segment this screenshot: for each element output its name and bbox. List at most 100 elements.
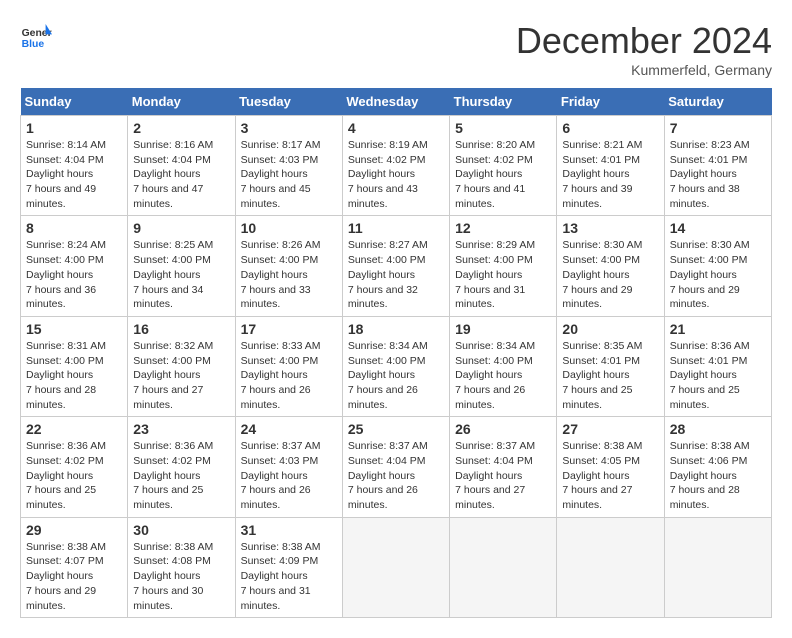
day-info: Sunrise: 8:38 AMSunset: 4:08 PMDaylight … [133, 540, 229, 613]
calendar-cell: 31Sunrise: 8:38 AMSunset: 4:09 PMDayligh… [235, 517, 342, 617]
day-info: Sunrise: 8:14 AMSunset: 4:04 PMDaylight … [26, 138, 122, 211]
calendar-cell: 10 Sunrise: 8:26 AMSunset: 4:00 PMDayligh… [235, 216, 342, 316]
day-info: Sunrise: 8:30 AMSunset: 4:00 PMDaylight … [562, 238, 658, 311]
day-number: 27 [562, 421, 658, 437]
weekday-header-sunday: Sunday [21, 88, 128, 116]
day-info: Sunrise: 8:35 AMSunset: 4:01 PMDaylight … [562, 339, 658, 412]
calendar-cell: 12 Sunrise: 8:29 AMSunset: 4:00 PMDayligh… [450, 216, 557, 316]
calendar-cell: 22 Sunrise: 8:36 AMSunset: 4:02 PMDayligh… [21, 417, 128, 517]
day-info: Sunrise: 8:16 AMSunset: 4:04 PMDaylight … [133, 138, 229, 211]
weekday-header-row: SundayMondayTuesdayWednesdayThursdayFrid… [21, 88, 772, 116]
day-info: Sunrise: 8:36 AMSunset: 4:01 PMDaylight … [670, 339, 766, 412]
calendar-cell: 14 Sunrise: 8:30 AMSunset: 4:00 PMDayligh… [664, 216, 771, 316]
calendar-cell: 27 Sunrise: 8:38 AMSunset: 4:05 PMDayligh… [557, 417, 664, 517]
calendar-cell: 19Sunrise: 8:34 AMSunset: 4:00 PMDayligh… [450, 316, 557, 416]
day-info: Sunrise: 8:25 AMSunset: 4:00 PMDaylight … [133, 238, 229, 311]
calendar-cell: 11Sunrise: 8:27 AMSunset: 4:00 PMDayligh… [342, 216, 449, 316]
day-number: 24 [241, 421, 337, 437]
calendar-cell: 25 Sunrise: 8:37 AMSunset: 4:04 PMDayligh… [342, 417, 449, 517]
calendar-cell: 21Sunrise: 8:36 AMSunset: 4:01 PMDayligh… [664, 316, 771, 416]
day-info: Sunrise: 8:24 AMSunset: 4:00 PMDaylight … [26, 238, 122, 311]
calendar-cell: 17 Sunrise: 8:33 AMSunset: 4:00 PMDayligh… [235, 316, 342, 416]
day-info: Sunrise: 8:21 AMSunset: 4:01 PMDaylight … [562, 138, 658, 211]
day-info: Sunrise: 8:26 AMSunset: 4:00 PMDaylight … [241, 238, 337, 311]
weekday-header-tuesday: Tuesday [235, 88, 342, 116]
day-number: 12 [455, 220, 551, 236]
calendar-cell: 23 Sunrise: 8:36 AMSunset: 4:02 PMDayligh… [128, 417, 235, 517]
day-number: 1 [26, 120, 122, 136]
day-number: 30 [133, 522, 229, 538]
calendar-cell: 7Sunrise: 8:23 AMSunset: 4:01 PMDaylight… [664, 116, 771, 216]
calendar-cell: 28Sunrise: 8:38 AMSunset: 4:06 PMDayligh… [664, 417, 771, 517]
day-info: Sunrise: 8:34 AMSunset: 4:00 PMDaylight … [348, 339, 444, 412]
calendar-cell [342, 517, 449, 617]
calendar-cell: 6 Sunrise: 8:21 AMSunset: 4:01 PMDaylight… [557, 116, 664, 216]
day-number: 17 [241, 321, 337, 337]
day-number: 14 [670, 220, 766, 236]
day-info: Sunrise: 8:30 AMSunset: 4:00 PMDaylight … [670, 238, 766, 311]
weekday-header-saturday: Saturday [664, 88, 771, 116]
calendar-cell: 2 Sunrise: 8:16 AMSunset: 4:04 PMDaylight… [128, 116, 235, 216]
calendar-week-4: 22 Sunrise: 8:36 AMSunset: 4:02 PMDayligh… [21, 417, 772, 517]
day-number: 10 [241, 220, 337, 236]
day-number: 2 [133, 120, 229, 136]
weekday-header-thursday: Thursday [450, 88, 557, 116]
calendar-cell: 20Sunrise: 8:35 AMSunset: 4:01 PMDayligh… [557, 316, 664, 416]
calendar-cell: 4 Sunrise: 8:19 AMSunset: 4:02 PMDaylight… [342, 116, 449, 216]
day-number: 19 [455, 321, 551, 337]
day-number: 6 [562, 120, 658, 136]
calendar-cell: 15Sunrise: 8:31 AMSunset: 4:00 PMDayligh… [21, 316, 128, 416]
day-info: Sunrise: 8:38 AMSunset: 4:05 PMDaylight … [562, 439, 658, 512]
calendar-cell: 5 Sunrise: 8:20 AMSunset: 4:02 PMDaylight… [450, 116, 557, 216]
day-info: Sunrise: 8:29 AMSunset: 4:00 PMDaylight … [455, 238, 551, 311]
day-number: 25 [348, 421, 444, 437]
day-number: 13 [562, 220, 658, 236]
day-info: Sunrise: 8:32 AMSunset: 4:00 PMDaylight … [133, 339, 229, 412]
day-number: 31 [241, 522, 337, 538]
calendar-cell [450, 517, 557, 617]
logo: General Blue [20, 20, 52, 52]
calendar-cell: 30 Sunrise: 8:38 AMSunset: 4:08 PMDayligh… [128, 517, 235, 617]
day-info: Sunrise: 8:19 AMSunset: 4:02 PMDaylight … [348, 138, 444, 211]
calendar-cell: 13 Sunrise: 8:30 AMSunset: 4:00 PMDayligh… [557, 216, 664, 316]
day-number: 4 [348, 120, 444, 136]
weekday-header-monday: Monday [128, 88, 235, 116]
day-info: Sunrise: 8:20 AMSunset: 4:02 PMDaylight … [455, 138, 551, 211]
calendar-table: SundayMondayTuesdayWednesdayThursdayFrid… [20, 88, 772, 618]
calendar-cell: 3Sunrise: 8:17 AMSunset: 4:03 PMDaylight… [235, 116, 342, 216]
day-number: 3 [241, 120, 337, 136]
day-info: Sunrise: 8:37 AMSunset: 4:04 PMDaylight … [348, 439, 444, 512]
day-info: Sunrise: 8:36 AMSunset: 4:02 PMDaylight … [133, 439, 229, 512]
location-title: Kummerfeld, Germany [516, 62, 772, 78]
day-number: 11 [348, 220, 444, 236]
calendar-cell: 29 Sunrise: 8:38 AMSunset: 4:07 PMDayligh… [21, 517, 128, 617]
day-info: Sunrise: 8:37 AMSunset: 4:04 PMDaylight … [455, 439, 551, 512]
weekday-header-wednesday: Wednesday [342, 88, 449, 116]
calendar-week-1: 1 Sunrise: 8:14 AMSunset: 4:04 PMDaylight… [21, 116, 772, 216]
calendar-cell [664, 517, 771, 617]
header: General Blue December 2024 Kummerfeld, G… [20, 20, 772, 78]
calendar-cell: 8Sunrise: 8:24 AMSunset: 4:00 PMDaylight… [21, 216, 128, 316]
calendar-cell: 1 Sunrise: 8:14 AMSunset: 4:04 PMDaylight… [21, 116, 128, 216]
day-number: 16 [133, 321, 229, 337]
calendar-cell: 16 Sunrise: 8:32 AMSunset: 4:00 PMDayligh… [128, 316, 235, 416]
title-section: December 2024 Kummerfeld, Germany [516, 20, 772, 78]
day-info: Sunrise: 8:37 AMSunset: 4:03 PMDaylight … [241, 439, 337, 512]
day-number: 23 [133, 421, 229, 437]
day-number: 5 [455, 120, 551, 136]
day-number: 29 [26, 522, 122, 538]
day-info: Sunrise: 8:38 AMSunset: 4:07 PMDaylight … [26, 540, 122, 613]
day-number: 18 [348, 321, 444, 337]
calendar-cell: 9Sunrise: 8:25 AMSunset: 4:00 PMDaylight… [128, 216, 235, 316]
weekday-header-friday: Friday [557, 88, 664, 116]
day-info: Sunrise: 8:31 AMSunset: 4:00 PMDaylight … [26, 339, 122, 412]
day-info: Sunrise: 8:33 AMSunset: 4:00 PMDaylight … [241, 339, 337, 412]
day-number: 28 [670, 421, 766, 437]
calendar-cell: 18 Sunrise: 8:34 AMSunset: 4:00 PMDayligh… [342, 316, 449, 416]
day-number: 22 [26, 421, 122, 437]
month-title: December 2024 [516, 20, 772, 62]
calendar-cell: 24 Sunrise: 8:37 AMSunset: 4:03 PMDayligh… [235, 417, 342, 517]
calendar-week-3: 15Sunrise: 8:31 AMSunset: 4:00 PMDayligh… [21, 316, 772, 416]
day-info: Sunrise: 8:36 AMSunset: 4:02 PMDaylight … [26, 439, 122, 512]
day-info: Sunrise: 8:23 AMSunset: 4:01 PMDaylight … [670, 138, 766, 211]
